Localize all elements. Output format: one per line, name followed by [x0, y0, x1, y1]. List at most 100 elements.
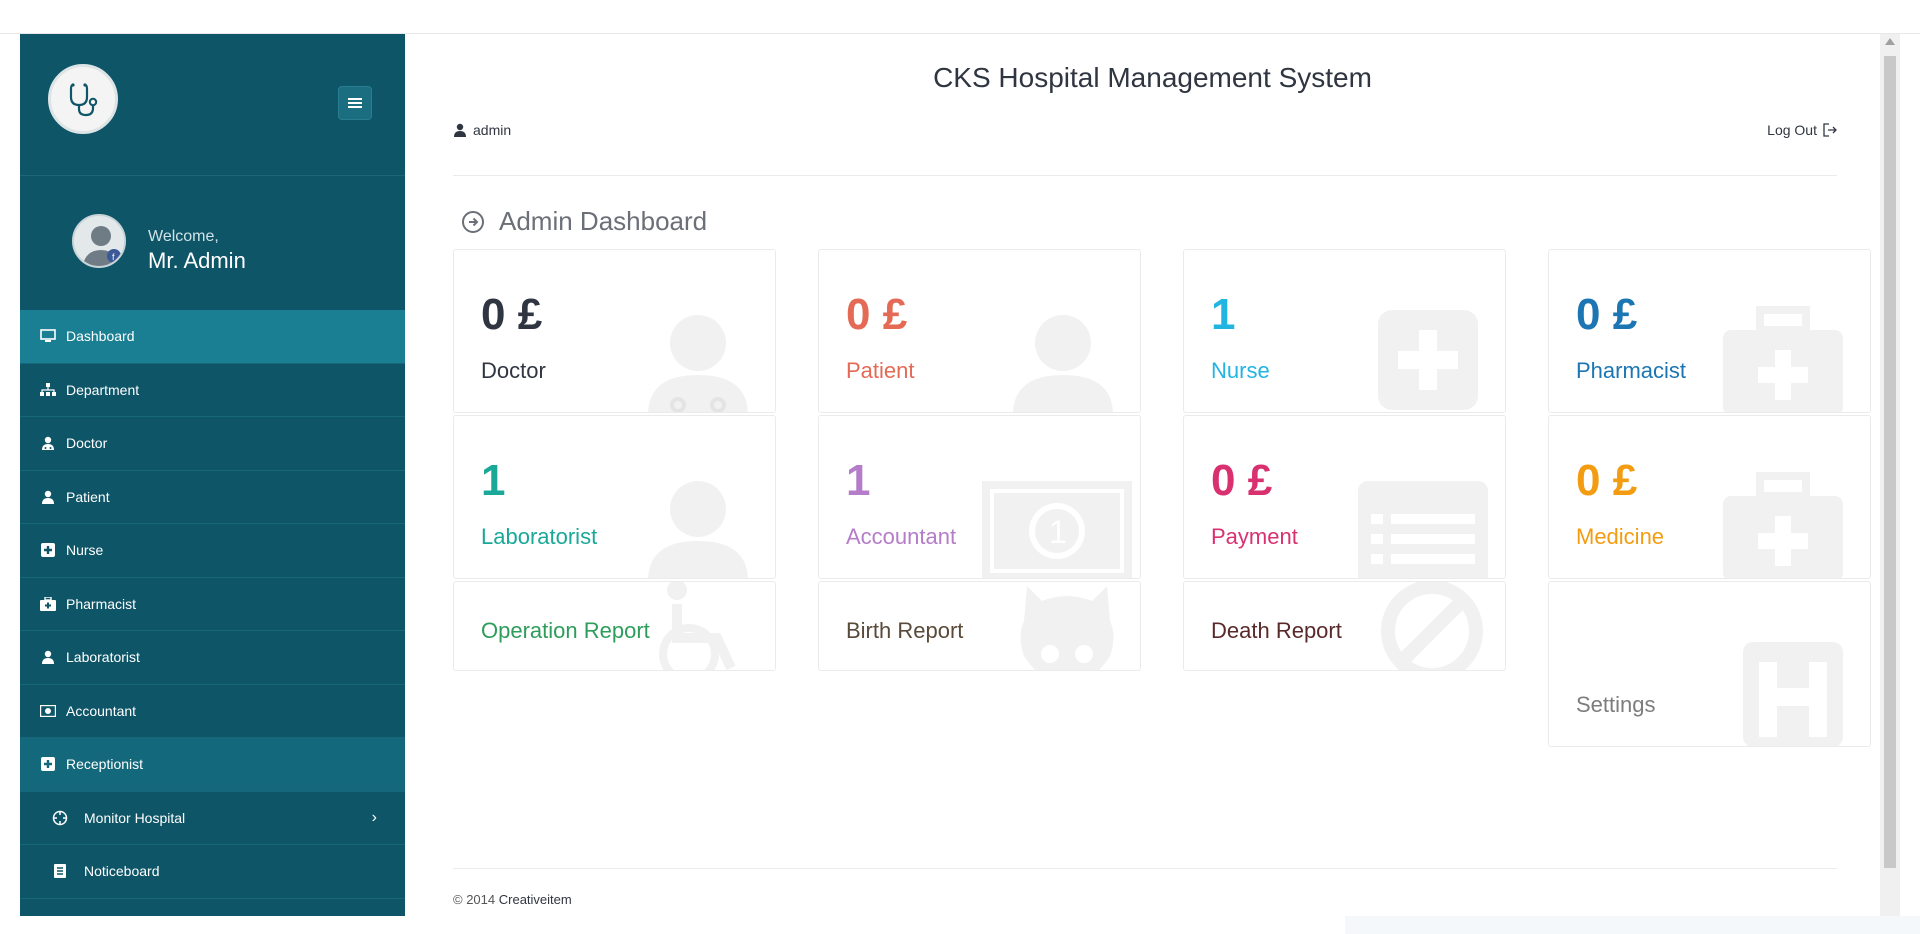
wheelchair-bg-icon: [659, 582, 736, 670]
tile-value: 1: [481, 456, 506, 505]
user-label: admin: [473, 122, 512, 138]
tile-value: 0 £: [1576, 290, 1638, 339]
sidebar-item-patient[interactable]: Patient: [20, 471, 405, 524]
tile-label: Patient: [846, 358, 915, 383]
tile-settings[interactable]: Settings: [1548, 581, 1871, 747]
chevron-right-icon: ›: [371, 808, 377, 826]
page-title: Admin Dashboard: [499, 206, 708, 236]
tile-value: 0 £: [1211, 456, 1273, 505]
user-icon: [40, 649, 56, 665]
sidebar-item-label: Noticeboard: [84, 863, 160, 880]
github-alt-bg-icon: [1020, 586, 1114, 670]
tile-label: Death Report: [1211, 618, 1342, 643]
crosshair-icon: [52, 810, 68, 826]
arrow-circle-right-icon: [462, 210, 484, 233]
sidebar-item-label: Laboratorist: [66, 649, 140, 666]
welcome-panel: f Welcome, Mr. Admin: [20, 176, 405, 310]
app-frame: f Welcome, Mr. Admin Dashboard Departmen…: [20, 34, 1900, 916]
sidebar-item-label: Patient: [66, 488, 110, 505]
tile-value: 0 £: [481, 290, 543, 339]
scroll-up-arrow-icon[interactable]: [1885, 38, 1895, 45]
medkit-icon: [40, 596, 56, 612]
sidebar-item-monitor-hospital[interactable]: Monitor Hospital ›: [20, 792, 405, 845]
sidebar-item-laboratorist[interactable]: Laboratorist: [20, 631, 405, 685]
tile-patient[interactable]: 0 £ Patient: [818, 249, 1141, 413]
sidebar-item-label: Accountant: [66, 702, 137, 719]
sidebar-item-label: Receptionist: [66, 756, 144, 773]
user-md-bg-icon: [648, 315, 748, 412]
user-name: Mr. Admin: [148, 248, 246, 273]
tile-birth-report[interactable]: Birth Report: [818, 581, 1141, 671]
logout-link[interactable]: Log Out: [1767, 122, 1837, 138]
sidebar-item-department[interactable]: Department: [20, 364, 405, 417]
sidebar-nav: Dashboard Department Doctor Patient Nurs…: [20, 310, 405, 899]
user-bg-icon: [1013, 315, 1113, 412]
tile-label: Medicine: [1576, 524, 1665, 549]
sidebar-item-label: Pharmacist: [66, 595, 137, 612]
header-divider: [453, 175, 1837, 176]
svg-text:1: 1: [1049, 514, 1067, 550]
tile-label: Settings: [1576, 692, 1656, 717]
tile-laboratorist[interactable]: 1 Laboratorist: [453, 415, 776, 579]
tile-value: 1: [846, 456, 871, 505]
medkit-bg-icon: [1723, 306, 1843, 412]
footer-brand-link[interactable]: Creativeitem: [499, 892, 572, 907]
sidebar-item-receptionist[interactable]: Receptionist: [20, 738, 405, 792]
tile-label: Payment: [1211, 524, 1298, 549]
tile-label: Birth Report: [846, 618, 964, 643]
plus-square-icon: [40, 756, 56, 772]
sidebar-item-dashboard[interactable]: Dashboard: [20, 310, 405, 364]
tile-value: 0 £: [1576, 456, 1638, 505]
tile-value: 0 £: [846, 290, 908, 339]
browser-top-strip: [0, 0, 1920, 34]
sitemap-icon: [40, 382, 56, 398]
medkit-bg-icon: [1723, 472, 1843, 578]
user-md-icon: [40, 435, 56, 451]
vertical-scrollbar[interactable]: [1880, 34, 1900, 916]
sidebar-item-label: Doctor: [66, 435, 108, 452]
sidebar-item-doctor[interactable]: Doctor: [20, 417, 405, 471]
avatar[interactable]: f: [72, 214, 126, 268]
page-heading: Admin Dashboard: [461, 206, 707, 237]
sidebar-item-label: Nurse: [66, 542, 104, 559]
sidebar-item-pharmacist[interactable]: Pharmacist: [20, 578, 405, 631]
welcome-text: Welcome,: [148, 228, 219, 245]
tile-accountant[interactable]: 1 Accountant 1: [818, 415, 1141, 579]
money-icon: [40, 703, 56, 719]
tile-label: Accountant: [846, 524, 957, 549]
user-bg-icon: [648, 481, 748, 578]
sidebar-item-noticeboard[interactable]: Noticeboard: [20, 845, 405, 899]
ban-bg-icon: [1381, 582, 1483, 670]
sidebar-item-accountant[interactable]: Accountant: [20, 685, 405, 738]
tile-operation-report[interactable]: Operation Report: [453, 581, 776, 671]
menu-toggle-button[interactable]: [338, 86, 372, 120]
scrollbar-thumb[interactable]: [1884, 56, 1896, 868]
sidebar-item-label: Dashboard: [66, 328, 135, 345]
tile-death-report[interactable]: Death Report: [1183, 581, 1506, 671]
tile-medicine[interactable]: 0 £ Medicine: [1548, 415, 1871, 579]
user-menu-link[interactable]: admin: [453, 122, 511, 138]
tile-pharmacist[interactable]: 0 £ Pharmacist: [1548, 249, 1871, 413]
tile-label: Doctor: [481, 358, 546, 383]
list-icon: [52, 863, 68, 879]
plus-square-icon: [40, 542, 56, 558]
tile-doctor[interactable]: 0 £ Doctor: [453, 249, 776, 413]
hamburger-icon: [348, 98, 362, 108]
tile-value: 1: [1211, 290, 1236, 339]
hospital-bg-icon: [1743, 642, 1843, 746]
money-bg-icon: 1: [982, 481, 1132, 578]
tile-payment[interactable]: 0 £ Payment: [1183, 415, 1506, 579]
user-icon: [40, 489, 56, 505]
user-icon: [454, 123, 466, 137]
taskbar-edge: [1345, 916, 1920, 934]
sidebar-item-label: Department: [66, 381, 140, 398]
footer: © 2014 Creativeitem: [453, 892, 572, 907]
sidebar-item-nurse[interactable]: Nurse: [20, 524, 405, 578]
tile-nurse[interactable]: 1 Nurse: [1183, 249, 1506, 413]
sidebar-logo-area: [20, 34, 405, 176]
list-alt-bg-icon: [1358, 481, 1488, 578]
tile-label: Pharmacist: [1576, 358, 1687, 383]
sidebar-item-label: Monitor Hospital: [84, 809, 186, 826]
copyright-text: © 2014: [453, 892, 496, 907]
stethoscope-logo-icon[interactable]: [48, 64, 118, 134]
